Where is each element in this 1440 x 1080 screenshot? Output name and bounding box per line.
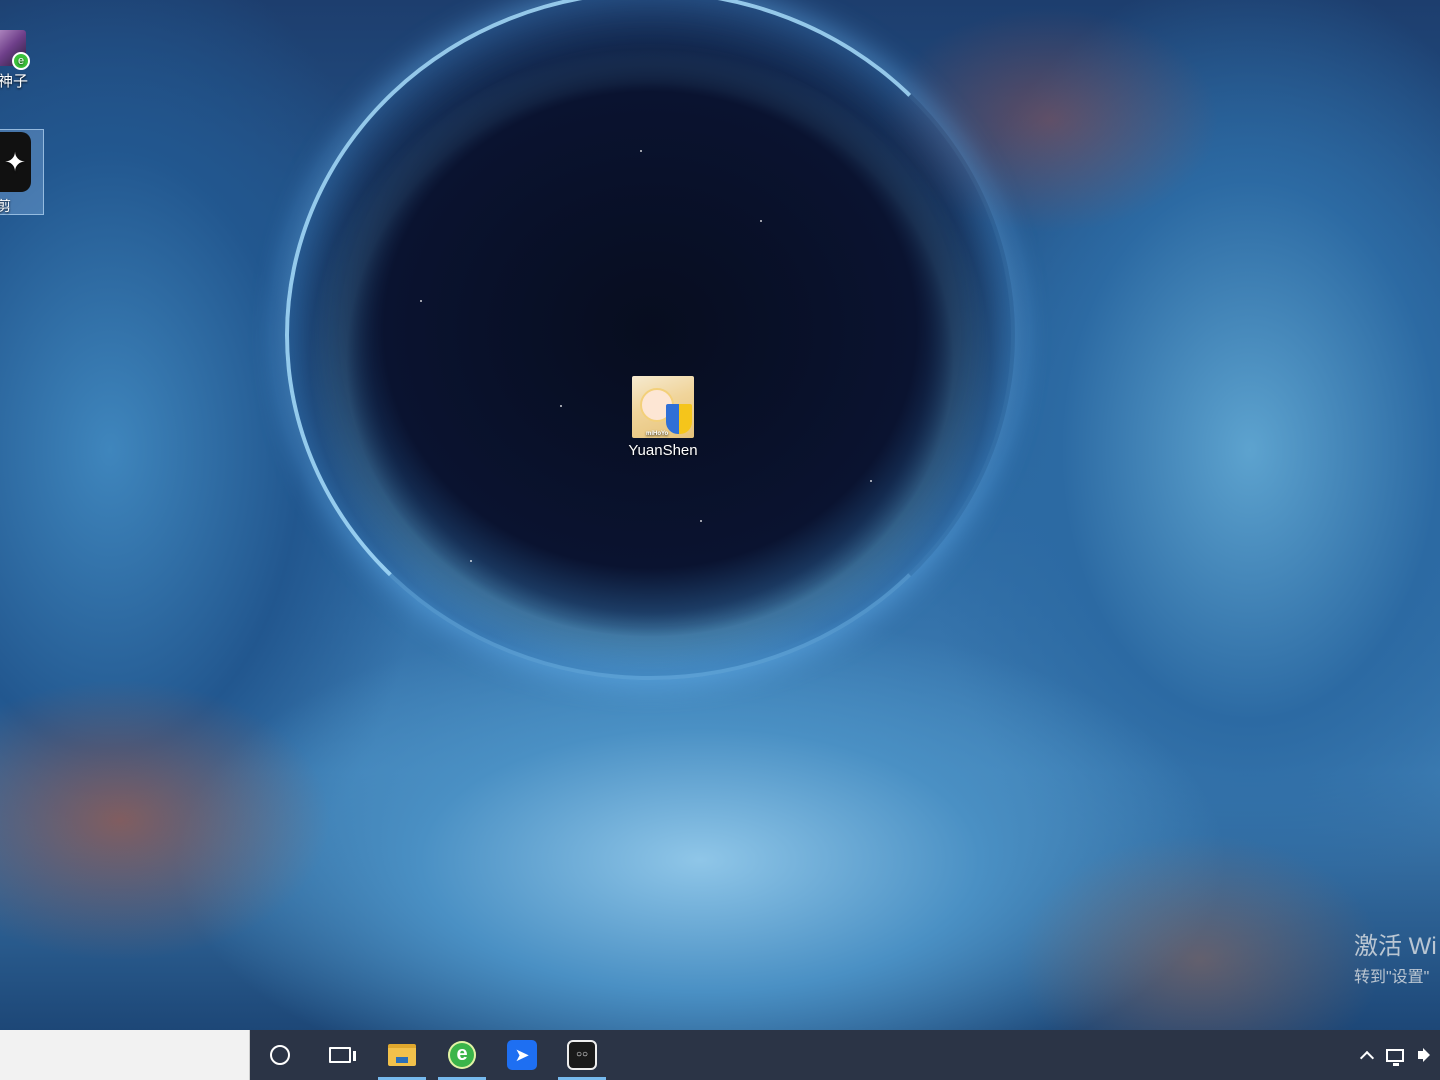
task-view-icon [329, 1047, 356, 1063]
desktop-icon-jianying[interactable]: ✦ 剪 [0, 129, 44, 215]
chevron-up-icon[interactable] [1359, 1050, 1375, 1066]
taskbar: e ➤ ○○ [0, 1030, 1440, 1080]
desktop-icon-label: 神子 [0, 73, 29, 90]
desktop-icon-label: YuanShen [628, 442, 698, 459]
browser-button[interactable]: e [436, 1030, 488, 1080]
system-tray [1359, 1030, 1440, 1080]
activation-watermark: 激活 Wi 转到"设置" [1354, 926, 1437, 987]
wallpaper-ring [285, 0, 1015, 680]
watermark-line-1: 激活 Wi [1354, 933, 1437, 960]
bilibili-button[interactable]: ○○ [556, 1030, 608, 1080]
app-shortcut-icon: e [0, 30, 30, 70]
wallpaper-star [760, 220, 762, 222]
wallpaper-star [700, 520, 702, 522]
publisher-mark: miHoYo [646, 431, 669, 437]
feishu-button[interactable]: ➤ [496, 1030, 548, 1080]
uac-shield-icon [666, 404, 692, 434]
desktop-wallpaper [0, 0, 1440, 1030]
folder-icon [388, 1044, 416, 1066]
task-view-button[interactable] [314, 1030, 366, 1080]
taskbar-search-box[interactable] [0, 1030, 250, 1080]
wallpaper-star [470, 560, 472, 562]
yuanshen-game-icon: miHoYo [632, 376, 694, 438]
wallpaper-star [640, 150, 642, 152]
wallpaper-star [420, 300, 422, 302]
wallpaper-star [560, 405, 562, 407]
desktop-icon-yuanshen[interactable]: miHoYo YuanShen [622, 376, 704, 459]
volume-icon[interactable] [1418, 1048, 1432, 1062]
cortana-icon [270, 1045, 290, 1065]
network-icon[interactable] [1386, 1048, 1404, 1066]
wallpaper-star [870, 480, 872, 482]
bird-app-icon: ➤ [507, 1040, 537, 1070]
bilibili-icon: ○○ [567, 1040, 597, 1070]
cortana-button[interactable] [254, 1030, 306, 1080]
desktop-icon-shenzi[interactable]: e 神子 [0, 30, 30, 91]
browser-badge-icon: e [12, 52, 30, 70]
watermark-line-2: 转到"设置" [1354, 969, 1430, 986]
file-explorer-button[interactable] [376, 1030, 428, 1080]
desktop-icon-label: 剪 [0, 198, 11, 214]
video-editor-icon: ✦ [0, 132, 31, 192]
ie-browser-icon: e [448, 1041, 476, 1069]
